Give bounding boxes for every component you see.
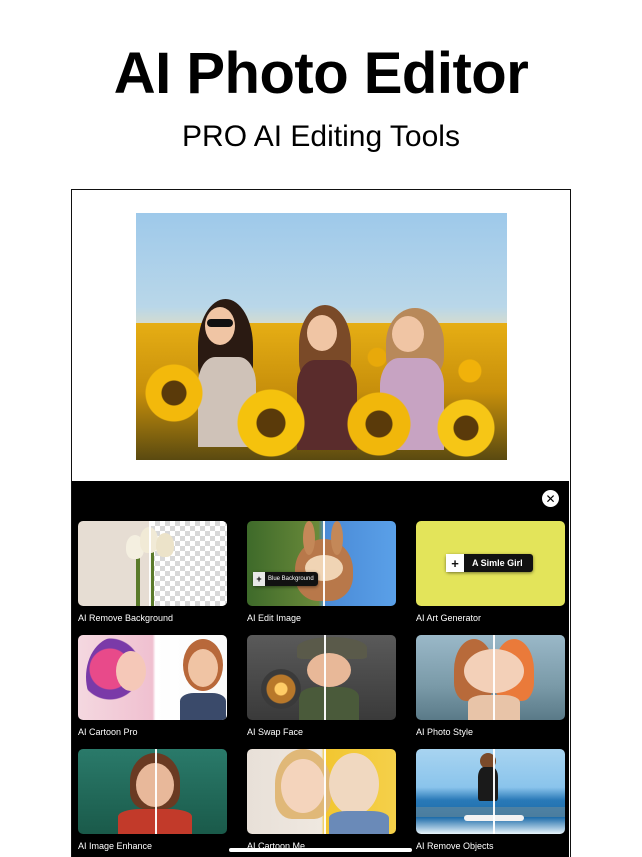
remove-background-thumbnail [78,521,227,606]
art-generator-thumbnail: + A Simle Girl [416,521,565,606]
tools-panel: ✕ AI Remove Background + Blue Background… [72,481,569,857]
image-enhance-thumbnail [78,749,227,834]
cartoon-me-thumbnail [247,749,396,834]
tool-label: AI Image Enhance [78,841,153,851]
tool-tile-edit-image[interactable]: + Blue Background AI Edit Image [247,521,396,623]
tool-label: AI Remove Background [78,613,174,623]
edit-image-thumbnail: + Blue Background [247,521,396,606]
tool-tile-remove-objects[interactable]: AI Remove Objects [416,749,565,851]
sunflower-field-photo[interactable] [136,213,507,460]
remove-objects-thumbnail [416,749,565,834]
tool-label: AI Photo Style [416,727,474,737]
tool-tile-swap-face[interactable]: AI Swap Face [247,635,396,737]
device-frame: ✕ AI Remove Background + Blue Background… [71,189,571,857]
home-indicator[interactable] [229,848,412,852]
tool-tile-art-generator[interactable]: + A Simle Girl AI Art Generator [416,521,565,623]
blue-background-badge: + Blue Background [253,572,318,586]
photo-style-thumbnail [416,635,565,720]
tool-tile-image-enhance[interactable]: AI Image Enhance [78,749,227,851]
tool-label: AI Art Generator [416,613,482,623]
tool-tile-photo-style[interactable]: AI Photo Style [416,635,565,737]
headline: AI Photo Editor [113,41,529,106]
tool-tile-remove-background[interactable]: AI Remove Background [78,521,227,623]
subheadline: PRO AI Editing Tools [182,120,460,153]
tool-label: AI Edit Image [247,613,302,623]
tool-label: AI Remove Objects [416,841,494,851]
prompt-badge: + A Simle Girl [446,554,533,572]
swap-face-thumbnail [247,635,396,720]
tool-label: AI Cartoon Pro [78,727,138,737]
close-icon[interactable]: ✕ [542,490,559,507]
tool-tile-cartoon-me[interactable]: AI Cartoon Me [247,749,396,851]
cartoon-pro-thumbnail [78,635,227,720]
tool-label: AI Swap Face [247,727,304,737]
tool-tile-cartoon-pro[interactable]: AI Cartoon Pro [78,635,227,737]
